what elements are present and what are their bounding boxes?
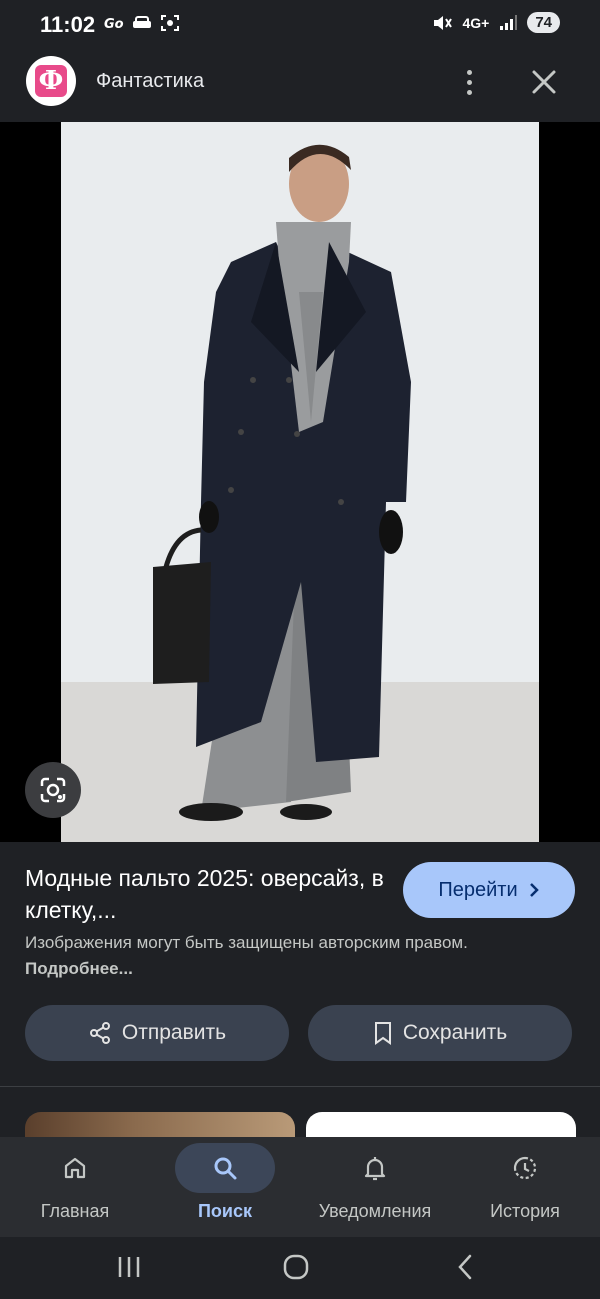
system-navigation-bar xyxy=(0,1237,600,1299)
home-system-button[interactable] xyxy=(276,1249,316,1285)
history-icon xyxy=(513,1156,537,1180)
screenshot-icon xyxy=(161,15,179,31)
nav-label-search: Поиск xyxy=(197,1201,253,1221)
nav-item-home[interactable]: Главная xyxy=(0,1137,150,1237)
bookmark-icon xyxy=(374,1022,391,1045)
divider xyxy=(0,1086,600,1087)
visit-button-label: Перейти xyxy=(438,878,518,901)
network-type: 4G+ xyxy=(462,14,490,31)
lens-icon xyxy=(40,777,66,803)
back-arrow-icon xyxy=(458,1254,472,1280)
go-app-icon: Go xyxy=(104,17,124,31)
nav-item-history[interactable]: История xyxy=(450,1137,600,1237)
google-lens-button[interactable] xyxy=(25,762,81,818)
copyright-text: Изображения могут быть защищены авторски… xyxy=(25,933,468,952)
signal-icon xyxy=(500,14,518,30)
status-time: 11:02 xyxy=(40,12,96,37)
nav-icon-container xyxy=(325,1143,425,1193)
bottom-navigation: Главная Поиск Уведомления История xyxy=(0,1137,600,1237)
back-button[interactable] xyxy=(445,1249,485,1285)
home-circle-icon xyxy=(283,1254,309,1280)
close-icon[interactable] xyxy=(526,64,562,100)
more-dot-icon xyxy=(466,89,472,95)
save-button[interactable]: Сохранить xyxy=(308,1005,572,1061)
screen: 11:02 Go 4G+ 74 Ф Фантастика Модные паль… xyxy=(0,0,600,1299)
nav-label-home: Главная xyxy=(40,1201,110,1221)
car-icon xyxy=(133,16,151,28)
site-logo[interactable]: Ф xyxy=(26,56,76,106)
visit-button[interactable]: Перейти xyxy=(403,862,575,918)
home-icon xyxy=(64,1157,86,1179)
nav-label-notifications: Уведомления xyxy=(318,1201,432,1221)
share-button[interactable]: Отправить xyxy=(25,1005,289,1061)
status-icons-right: 4G+ 74 xyxy=(432,12,560,33)
nav-icon-container xyxy=(475,1143,575,1193)
nav-label-history: История xyxy=(490,1201,560,1221)
result-title[interactable]: Модные пальто 2025: оверсайз, в клетку,.… xyxy=(25,862,385,926)
copyright-notice: Изображения могут быть защищены авторски… xyxy=(25,930,485,982)
svg-text:Go: Go xyxy=(104,17,124,31)
search-icon xyxy=(214,1157,237,1180)
status-icons-left: Go xyxy=(104,14,180,32)
mute-icon xyxy=(434,15,453,30)
chevron-right-icon xyxy=(529,883,539,897)
status-bar: 11:02 Go 4G+ 74 xyxy=(0,0,600,50)
more-dot-icon xyxy=(466,79,472,85)
more-options-button[interactable] xyxy=(458,64,480,100)
nav-icon-container xyxy=(25,1143,125,1193)
nav-item-search[interactable]: Поиск xyxy=(150,1137,300,1237)
battery-indicator: 74 xyxy=(527,12,560,33)
nav-item-notifications[interactable]: Уведомления xyxy=(300,1137,450,1237)
site-name[interactable]: Фантастика xyxy=(96,70,204,93)
bell-icon xyxy=(364,1157,386,1181)
nav-icon-container xyxy=(175,1143,275,1193)
save-button-label: Сохранить xyxy=(402,1021,508,1044)
share-button-label: Отправить xyxy=(121,1021,227,1044)
more-dot-icon xyxy=(466,69,472,75)
site-logo-letter: Ф xyxy=(35,65,67,97)
source-header: Ф Фантастика xyxy=(0,50,600,122)
recent-apps-icon xyxy=(118,1257,140,1277)
coat-photo[interactable] xyxy=(61,122,539,842)
share-icon xyxy=(89,1022,110,1044)
learn-more-link[interactable]: Подробнее... xyxy=(25,959,133,978)
recent-apps-button[interactable] xyxy=(109,1249,149,1285)
image-preview-area xyxy=(0,122,600,842)
